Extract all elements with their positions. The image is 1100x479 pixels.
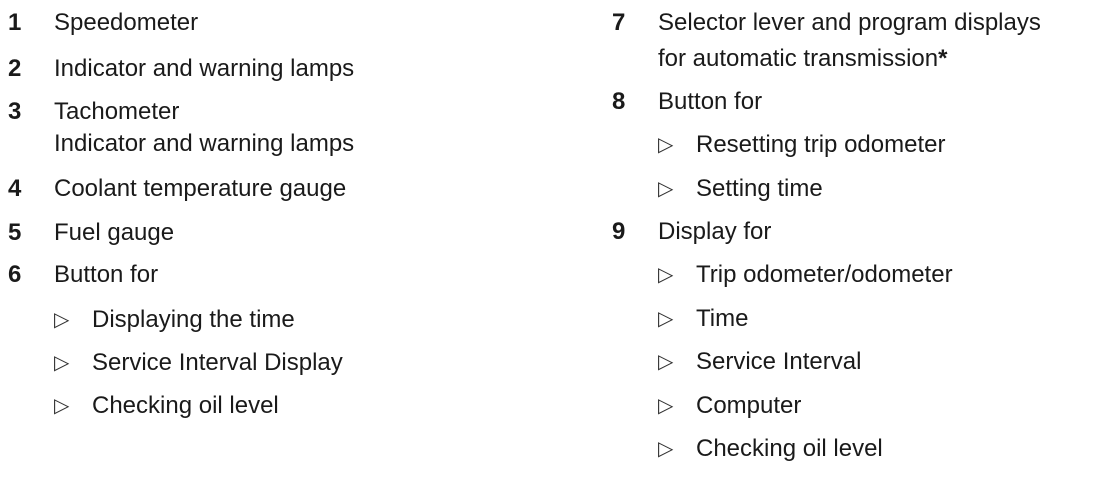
item-label-continued: for automatic transmission* bbox=[658, 46, 947, 72]
sub-item-label: Checking oil level bbox=[92, 392, 279, 419]
triangle-bullet-icon: ▷ bbox=[658, 351, 674, 373]
item-number: 4 bbox=[8, 175, 22, 202]
sub-item-label: Trip odometer/odometer bbox=[696, 261, 953, 288]
item-label-text: for automatic transmission bbox=[658, 45, 939, 72]
sub-item-label: Displaying the time bbox=[92, 306, 295, 333]
item-number: 1 bbox=[8, 9, 22, 36]
triangle-bullet-icon: ▷ bbox=[54, 352, 70, 374]
triangle-bullet-icon: ▷ bbox=[54, 309, 70, 331]
item-number: 3 bbox=[8, 98, 22, 125]
triangle-bullet-icon: ▷ bbox=[658, 264, 674, 286]
item-number: 8 bbox=[612, 88, 626, 115]
item-number: 2 bbox=[8, 55, 22, 82]
item-label: Tachometer bbox=[54, 98, 180, 125]
item-label: Indicator and warning lamps bbox=[54, 55, 355, 82]
triangle-bullet-icon: ▷ bbox=[54, 395, 70, 417]
triangle-bullet-icon: ▷ bbox=[658, 308, 674, 330]
item-label: Display for bbox=[658, 218, 772, 245]
sub-item-label: Time bbox=[696, 305, 749, 332]
item-number: 5 bbox=[8, 219, 22, 246]
item-label: Fuel gauge bbox=[54, 219, 175, 246]
sub-item-label: Setting time bbox=[696, 175, 823, 202]
sub-item-label: Service Interval Display bbox=[92, 349, 343, 376]
item-label: Button for bbox=[658, 88, 763, 115]
sub-item-label: Computer bbox=[696, 392, 802, 419]
triangle-bullet-icon: ▷ bbox=[658, 438, 674, 460]
sub-item-label: Checking oil level bbox=[696, 435, 883, 462]
item-number: 7 bbox=[612, 9, 626, 36]
item-label-continued: Indicator and warning lamps bbox=[54, 130, 355, 157]
item-number: 6 bbox=[8, 261, 22, 288]
item-label: Selector lever and program displays bbox=[658, 9, 1041, 36]
sub-item-label: Resetting trip odometer bbox=[696, 131, 946, 158]
triangle-bullet-icon: ▷ bbox=[658, 134, 674, 156]
triangle-bullet-icon: ▷ bbox=[658, 178, 674, 200]
item-number: 9 bbox=[612, 218, 626, 245]
footnote-star: * bbox=[938, 45, 948, 72]
triangle-bullet-icon: ▷ bbox=[658, 395, 674, 417]
item-label: Speedometer bbox=[54, 9, 199, 36]
item-label: Coolant temperature gauge bbox=[54, 175, 347, 202]
sub-item-label: Service Interval bbox=[696, 348, 862, 375]
item-label: Button for bbox=[54, 261, 159, 288]
